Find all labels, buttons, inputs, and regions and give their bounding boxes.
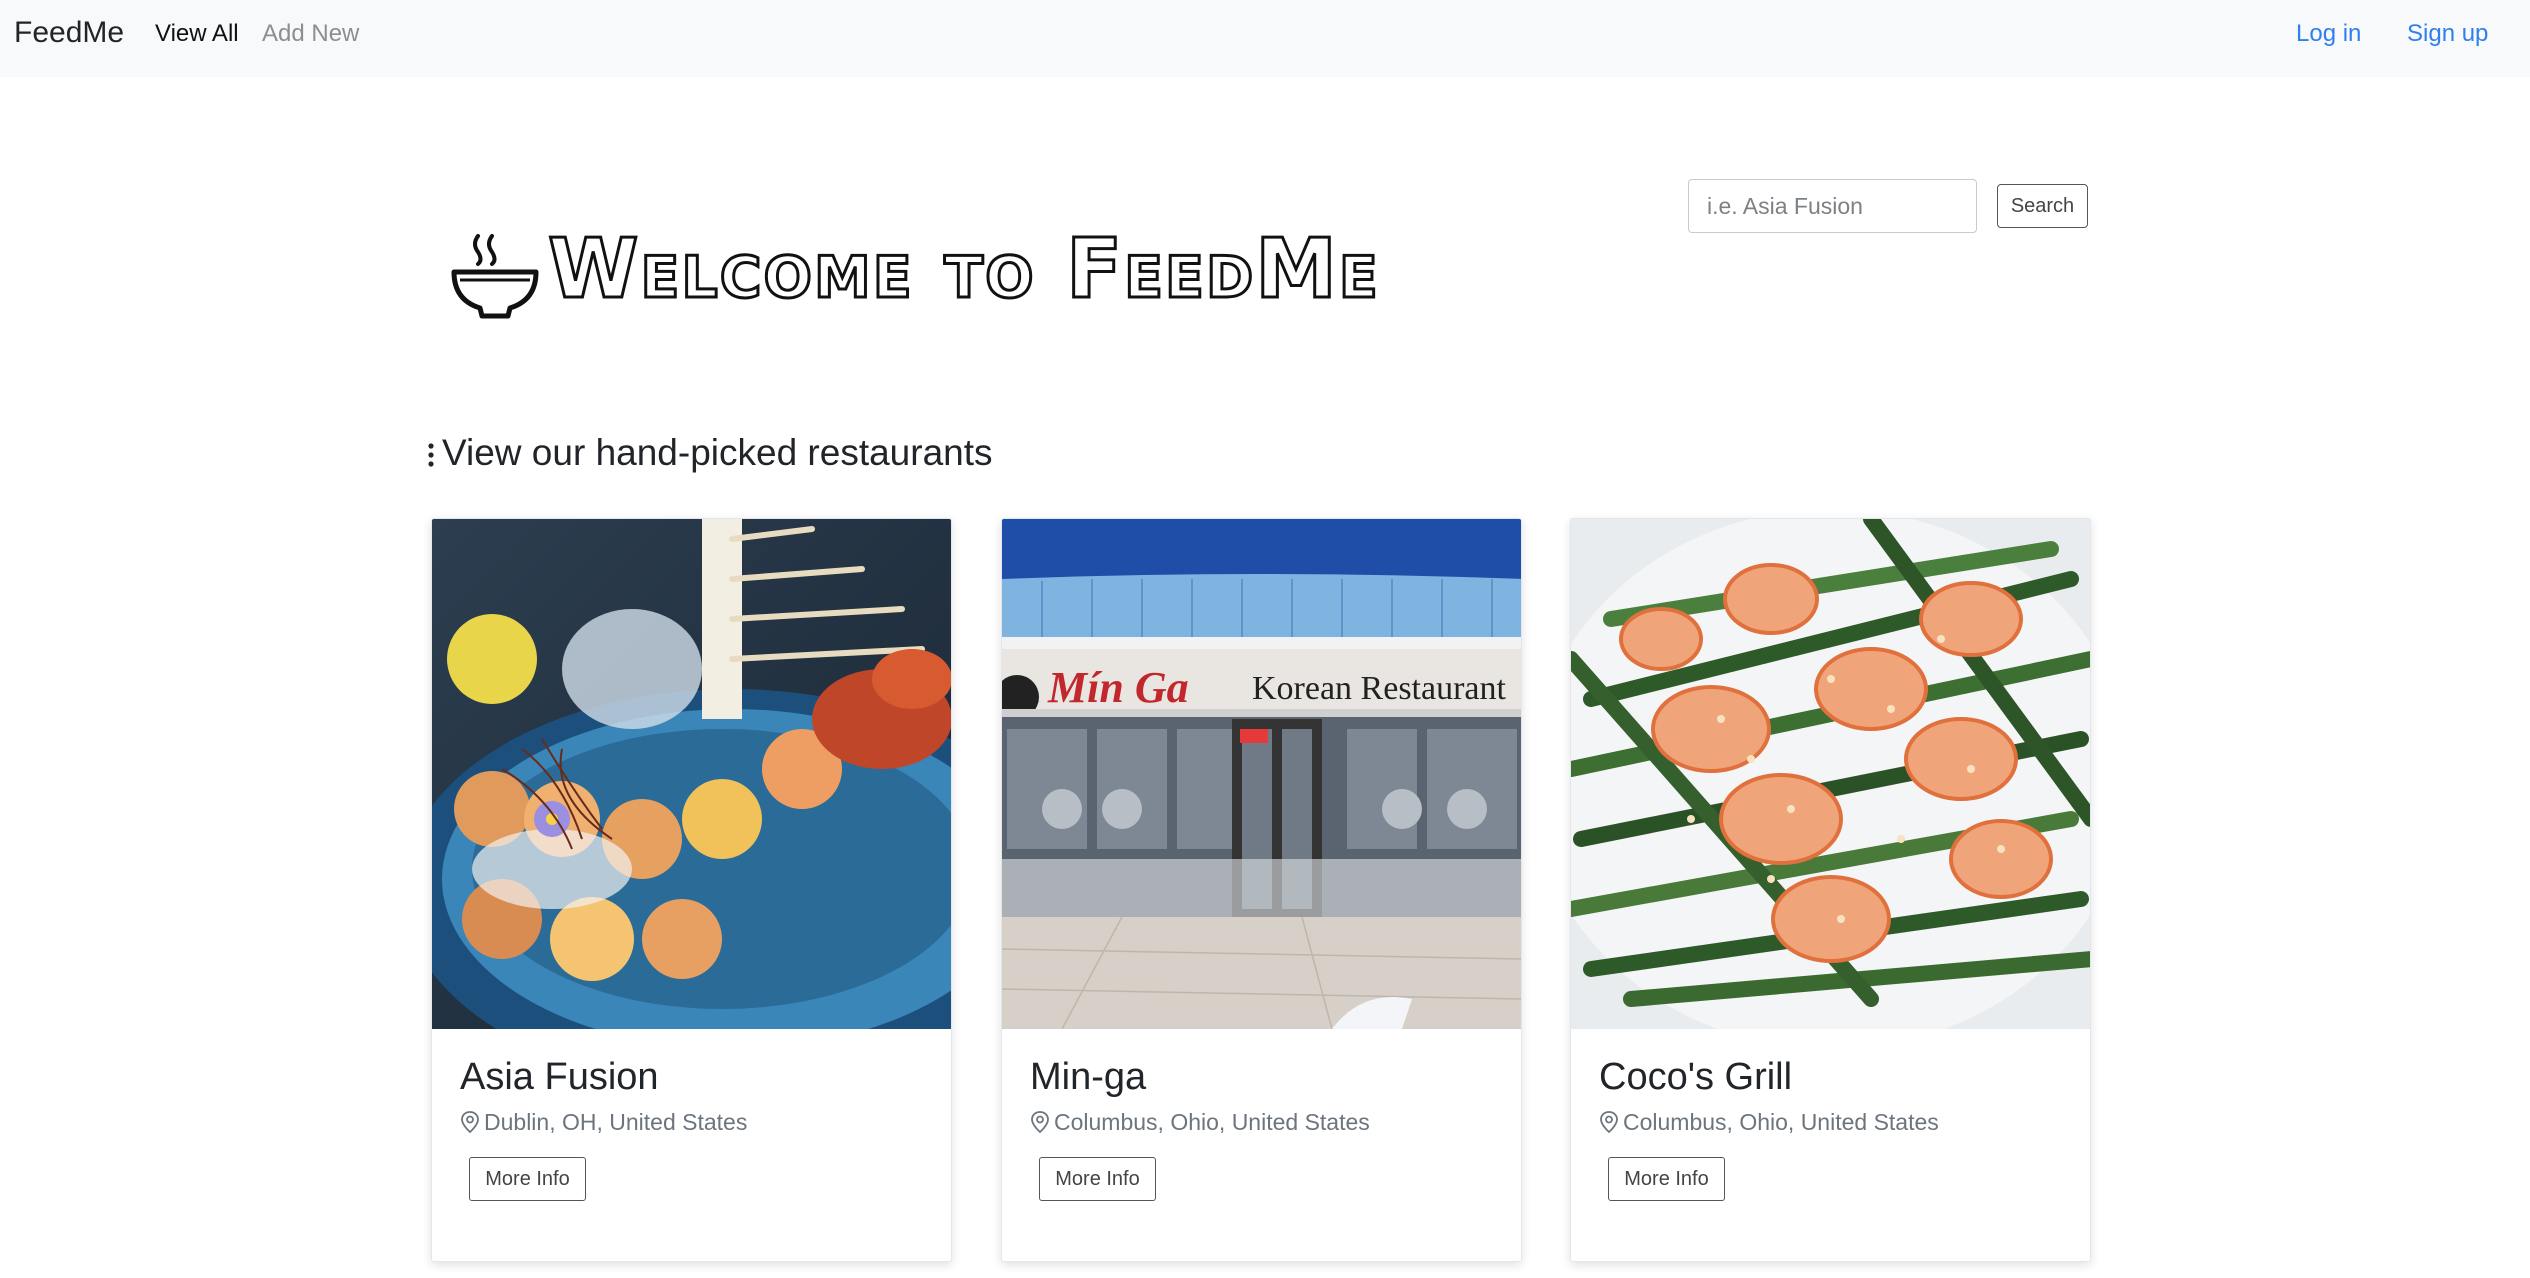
steaming-bowl-icon	[451, 234, 539, 319]
restaurant-card: Mín Ga Korean Restaurant Min-ga Columbus…	[1001, 518, 1522, 1262]
login-link[interactable]: Log in	[2296, 20, 2361, 48]
navbar: FeedMe View All Add New Log in Sign up	[0, 0, 2530, 77]
restaurant-location-text: Dublin, OH, United States	[484, 1109, 748, 1135]
page-title: Welcome to FeedMe	[547, 221, 1380, 319]
restaurant-location-text: Columbus, Ohio, United States	[1623, 1109, 1939, 1135]
restaurant-location-text: Columbus, Ohio, United States	[1054, 1109, 1370, 1135]
location-pin-icon	[461, 1111, 479, 1134]
restaurant-name[interactable]: Coco's Grill	[1599, 1056, 1792, 1099]
restaurant-location: Columbus, Ohio, United States	[1030, 1109, 1370, 1136]
restaurant-location: Dublin, OH, United States	[460, 1109, 747, 1136]
restaurant-card: Coco's Grill Columbus, Ohio, United Stat…	[1570, 518, 2091, 1262]
brand-logo[interactable]: FeedMe	[14, 16, 124, 50]
search-input[interactable]	[1688, 179, 1977, 233]
restaurant-name[interactable]: Asia Fusion	[460, 1056, 659, 1099]
section-heading-text: View our hand-picked restaurants	[442, 432, 993, 473]
storefront-sign: Mín Ga	[1047, 663, 1189, 712]
more-info-button[interactable]: More Info	[1608, 1157, 1725, 1201]
restaurant-card: Asia Fusion Dublin, OH, United States Mo…	[431, 518, 952, 1262]
more-info-button[interactable]: More Info	[1039, 1157, 1156, 1201]
sushi-platter-photo	[432, 519, 951, 1029]
restaurant-name[interactable]: Min-ga	[1030, 1056, 1146, 1099]
location-pin-icon	[1600, 1111, 1618, 1134]
shrimp-green-beans-photo	[1571, 519, 2090, 1029]
nav-view-all[interactable]: View All	[155, 20, 239, 48]
nav-add-new[interactable]: Add New	[262, 20, 359, 48]
location-pin-icon	[1031, 1111, 1049, 1134]
signup-link[interactable]: Sign up	[2407, 20, 2488, 48]
more-info-button[interactable]: More Info	[469, 1157, 586, 1201]
vertical-dots-icon	[428, 443, 434, 467]
restaurant-storefront-photo: Mín Ga Korean Restaurant	[1002, 519, 1521, 1029]
restaurant-location: Columbus, Ohio, United States	[1599, 1109, 1939, 1136]
search-button[interactable]: Search	[1997, 184, 2088, 228]
section-heading: View our hand-picked restaurants	[426, 432, 993, 474]
storefront-sign-subtext: Korean Restaurant	[1252, 670, 1507, 707]
